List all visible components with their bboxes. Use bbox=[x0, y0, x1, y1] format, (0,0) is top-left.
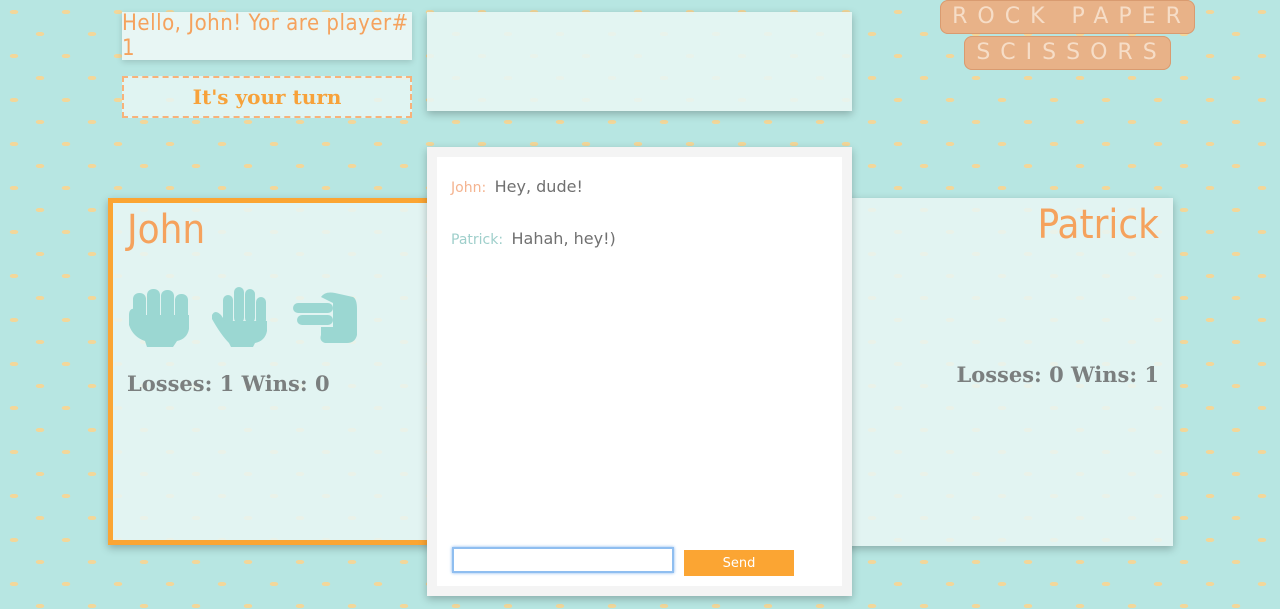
losses-label: Losses: 0 bbox=[956, 362, 1064, 387]
rock-button[interactable] bbox=[127, 285, 195, 347]
player-score: Losses: 1 Wins: 0 bbox=[127, 371, 330, 396]
logo-line-2: SCISSORS bbox=[964, 36, 1171, 70]
losses-label: Losses: 1 bbox=[127, 371, 235, 396]
player-name: John bbox=[127, 207, 206, 253]
chat-input[interactable] bbox=[452, 547, 674, 573]
result-panel bbox=[427, 12, 852, 111]
opponent-score: Losses: 0 Wins: 1 bbox=[956, 362, 1159, 387]
wins-label: Wins: 0 bbox=[241, 371, 330, 396]
turn-indicator: It's your turn bbox=[122, 76, 412, 118]
choice-buttons bbox=[127, 285, 359, 347]
chat-message: Patrick: Hahah, hey!) bbox=[451, 229, 616, 249]
message-text: Hahah, hey!) bbox=[511, 229, 616, 248]
chat-message: John: Hey, dude! bbox=[451, 177, 583, 197]
message-author: John: bbox=[451, 180, 487, 196]
send-button[interactable]: Send bbox=[684, 550, 794, 576]
open-hand-icon bbox=[212, 287, 267, 347]
greeting-text: Hello, John! Yor are player# 1 bbox=[122, 11, 409, 61]
chat-log: John: Hey, dude! Patrick: Hahah, hey!) S… bbox=[437, 157, 842, 586]
paper-button[interactable] bbox=[209, 285, 277, 347]
wins-label: Wins: 1 bbox=[1071, 362, 1159, 387]
turn-text: It's your turn bbox=[192, 85, 342, 109]
fist-icon bbox=[129, 289, 189, 347]
game-logo: ROCK PAPER SCISSORS bbox=[930, 0, 1205, 72]
message-text: Hey, dude! bbox=[494, 177, 583, 196]
opponent-name: Patrick bbox=[1037, 202, 1159, 248]
scissors-hand-icon bbox=[293, 292, 357, 343]
send-label: Send bbox=[722, 555, 756, 571]
greeting-banner: Hello, John! Yor are player# 1 bbox=[122, 11, 412, 61]
message-author: Patrick: bbox=[451, 232, 504, 248]
chat-panel: John: Hey, dude! Patrick: Hahah, hey!) S… bbox=[427, 147, 852, 596]
scissors-button[interactable] bbox=[291, 285, 359, 347]
player-panel-john: John Losses: 1 Wins: 0 bbox=[108, 198, 438, 545]
player-panel-patrick: Patrick Losses: 0 Wins: 1 bbox=[845, 198, 1173, 546]
logo-line-1: ROCK PAPER bbox=[940, 0, 1195, 34]
